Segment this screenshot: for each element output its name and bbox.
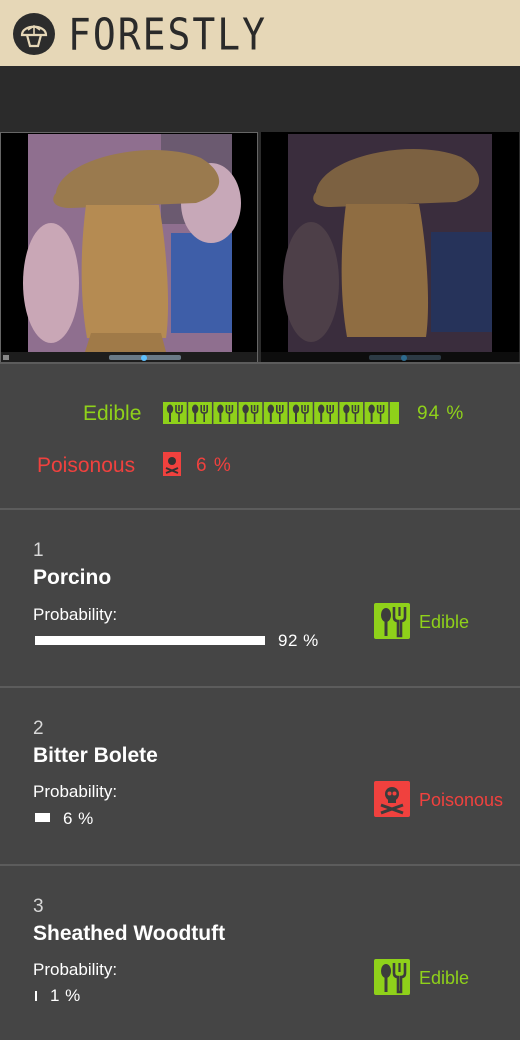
edible-percentage: 94 % [417, 403, 465, 424]
edibility-status: Poisonous [419, 790, 504, 810]
probability-value: 1 % [50, 986, 81, 1005]
fork-spoon-icon [289, 402, 313, 424]
fork-spoon-icon [314, 402, 338, 424]
result-card-2[interactable]: 2 Bitter Bolete Probability: 6 % Poisono… [0, 686, 520, 864]
probability-value: 6 % [63, 809, 94, 828]
edibility-summary: Edible 94 % Poisonous 6 % [0, 362, 520, 508]
poisonous-percentage: 6 % [196, 455, 232, 476]
app-title: FORESTLY [68, 9, 268, 60]
fork-spoon-icon [389, 402, 399, 424]
fork-spoon-icon [238, 402, 263, 424]
probability-label: Probability: [33, 605, 118, 624]
fork-spoon-icon [188, 402, 212, 424]
result-card-1[interactable]: 1 Porcino Probability: 92 % Edible [0, 508, 520, 686]
result-name: Sheathed Woodtuft [33, 922, 226, 945]
result-rank: 3 [33, 896, 44, 917]
probability-bar [35, 636, 265, 645]
edible-label: Edible [83, 402, 142, 425]
result-name: Porcino [33, 566, 112, 589]
edibility-status: Edible [419, 612, 470, 632]
mushroom-logo-icon [13, 13, 55, 55]
probability-value: 92 % [278, 631, 319, 650]
filtered-photo[interactable] [261, 132, 519, 364]
result-rank: 1 [33, 540, 44, 561]
fork-spoon-icon [263, 402, 288, 424]
probability-label: Probability: [33, 782, 118, 801]
result-card-3[interactable]: 3 Sheathed Woodtuft Probability: 1 % Edi… [0, 864, 520, 1040]
result-rank: 2 [33, 718, 44, 739]
app-header: FORESTLY [0, 0, 520, 66]
original-photo[interactable] [0, 132, 258, 364]
fork-spoon-icon [213, 402, 238, 424]
fork-spoon-icon [163, 402, 187, 424]
fork-spoon-icon [339, 402, 364, 424]
result-name: Bitter Bolete [33, 744, 158, 767]
fork-spoon-icon [374, 603, 410, 639]
fork-spoon-icon [364, 402, 389, 424]
photo-viewer [0, 66, 520, 364]
probability-bar [35, 813, 50, 822]
edibility-status: Edible [419, 968, 470, 988]
skull-icon [374, 781, 410, 817]
probability-bar [35, 991, 37, 1001]
edible-icon-bar [163, 402, 399, 429]
skull-icon [163, 452, 181, 481]
probability-label: Probability: [33, 960, 118, 979]
fork-spoon-icon [374, 959, 410, 995]
poisonous-label: Poisonous [37, 454, 136, 477]
